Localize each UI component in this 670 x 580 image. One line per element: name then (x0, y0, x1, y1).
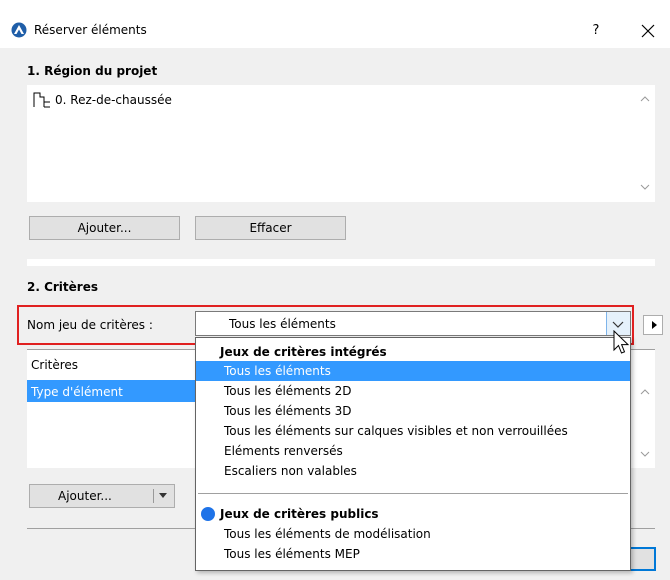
dropdown-item-label: Tous les éléments 2D (224, 384, 352, 398)
window-title: Réserver éléments (34, 23, 147, 37)
scroll-up-icon[interactable] (639, 93, 651, 105)
dropdown-item-label: Eléments renversés (224, 444, 343, 458)
public-dot-icon (201, 507, 215, 521)
story-floor-icon (33, 92, 50, 108)
region-item-label: 0. Rez-de-chaussée (55, 93, 172, 107)
help-button[interactable]: ? (582, 19, 610, 43)
criteria-section-title: 2. Critères (27, 280, 98, 294)
chevron-down-icon[interactable] (159, 493, 167, 498)
scroll-down-icon[interactable] (639, 448, 651, 460)
region-list[interactable]: 0. Rez-de-chaussée (27, 85, 655, 202)
dropdown-item-label: Escaliers non valables (224, 464, 357, 478)
dropdown-item[interactable]: Tous les éléments MEP (196, 544, 630, 564)
dropdown-item[interactable]: Tous les éléments (196, 361, 630, 381)
section-divider (27, 259, 655, 266)
dropdown-item[interactable]: Tous les éléments 3D (196, 401, 630, 421)
dropdown-group-public: Jeux de critères publics (196, 504, 630, 524)
criteria-row-label: Type d'élément (31, 385, 123, 399)
dropdown-item[interactable]: Tous les éléments sur calques visibles e… (196, 421, 630, 441)
criteria-set-menu-button[interactable] (643, 315, 663, 335)
split-separator (153, 489, 154, 503)
close-icon[interactable] (634, 17, 662, 45)
clear-region-button[interactable]: Effacer (195, 216, 346, 240)
title-bar: Réserver éléments ? (0, 0, 670, 48)
group-title-builtin: Jeux de critères intégrés (220, 345, 387, 359)
triangle-right-icon (652, 321, 657, 329)
add-criteria-label: Ajouter... (58, 489, 112, 503)
mouse-cursor-icon (613, 330, 630, 354)
dropdown-group-builtin: Jeux de critères intégrés (196, 342, 630, 362)
dropdown-item-label: Tous les éléments (224, 364, 331, 378)
dropdown-item[interactable]: Escaliers non valables (196, 461, 630, 481)
criteria-list-header: Critères (31, 358, 79, 372)
add-region-button[interactable]: Ajouter... (29, 216, 180, 240)
dropdown-item[interactable]: Eléments renversés (196, 441, 630, 461)
dropdown-item-label: Tous les éléments 3D (224, 404, 352, 418)
region-list-item[interactable]: 0. Rez-de-chaussée (31, 91, 331, 109)
scroll-up-icon[interactable] (639, 386, 651, 398)
reserve-elements-dialog: Réserver éléments ? 1. Région du projet … (0, 0, 670, 580)
dropdown-item-label: Tous les éléments MEP (224, 547, 360, 561)
criteria-set-dropdown-menu: Jeux de critères intégrés Tous les éléme… (195, 337, 631, 571)
dropdown-divider (198, 493, 628, 494)
dropdown-item-label: Tous les éléments de modélisation (224, 527, 431, 541)
add-criteria-split-button[interactable]: Ajouter... (29, 484, 175, 508)
dropdown-item[interactable]: Tous les éléments de modélisation (196, 524, 630, 544)
scroll-down-icon[interactable] (639, 181, 651, 193)
archicad-logo-icon (11, 22, 27, 38)
group-title-public: Jeux de critères publics (220, 507, 379, 521)
dropdown-item-label: Tous les éléments sur calques visibles e… (224, 424, 568, 438)
region-section-title: 1. Région du projet (27, 64, 158, 78)
dropdown-item[interactable]: Tous les éléments 2D (196, 381, 630, 401)
